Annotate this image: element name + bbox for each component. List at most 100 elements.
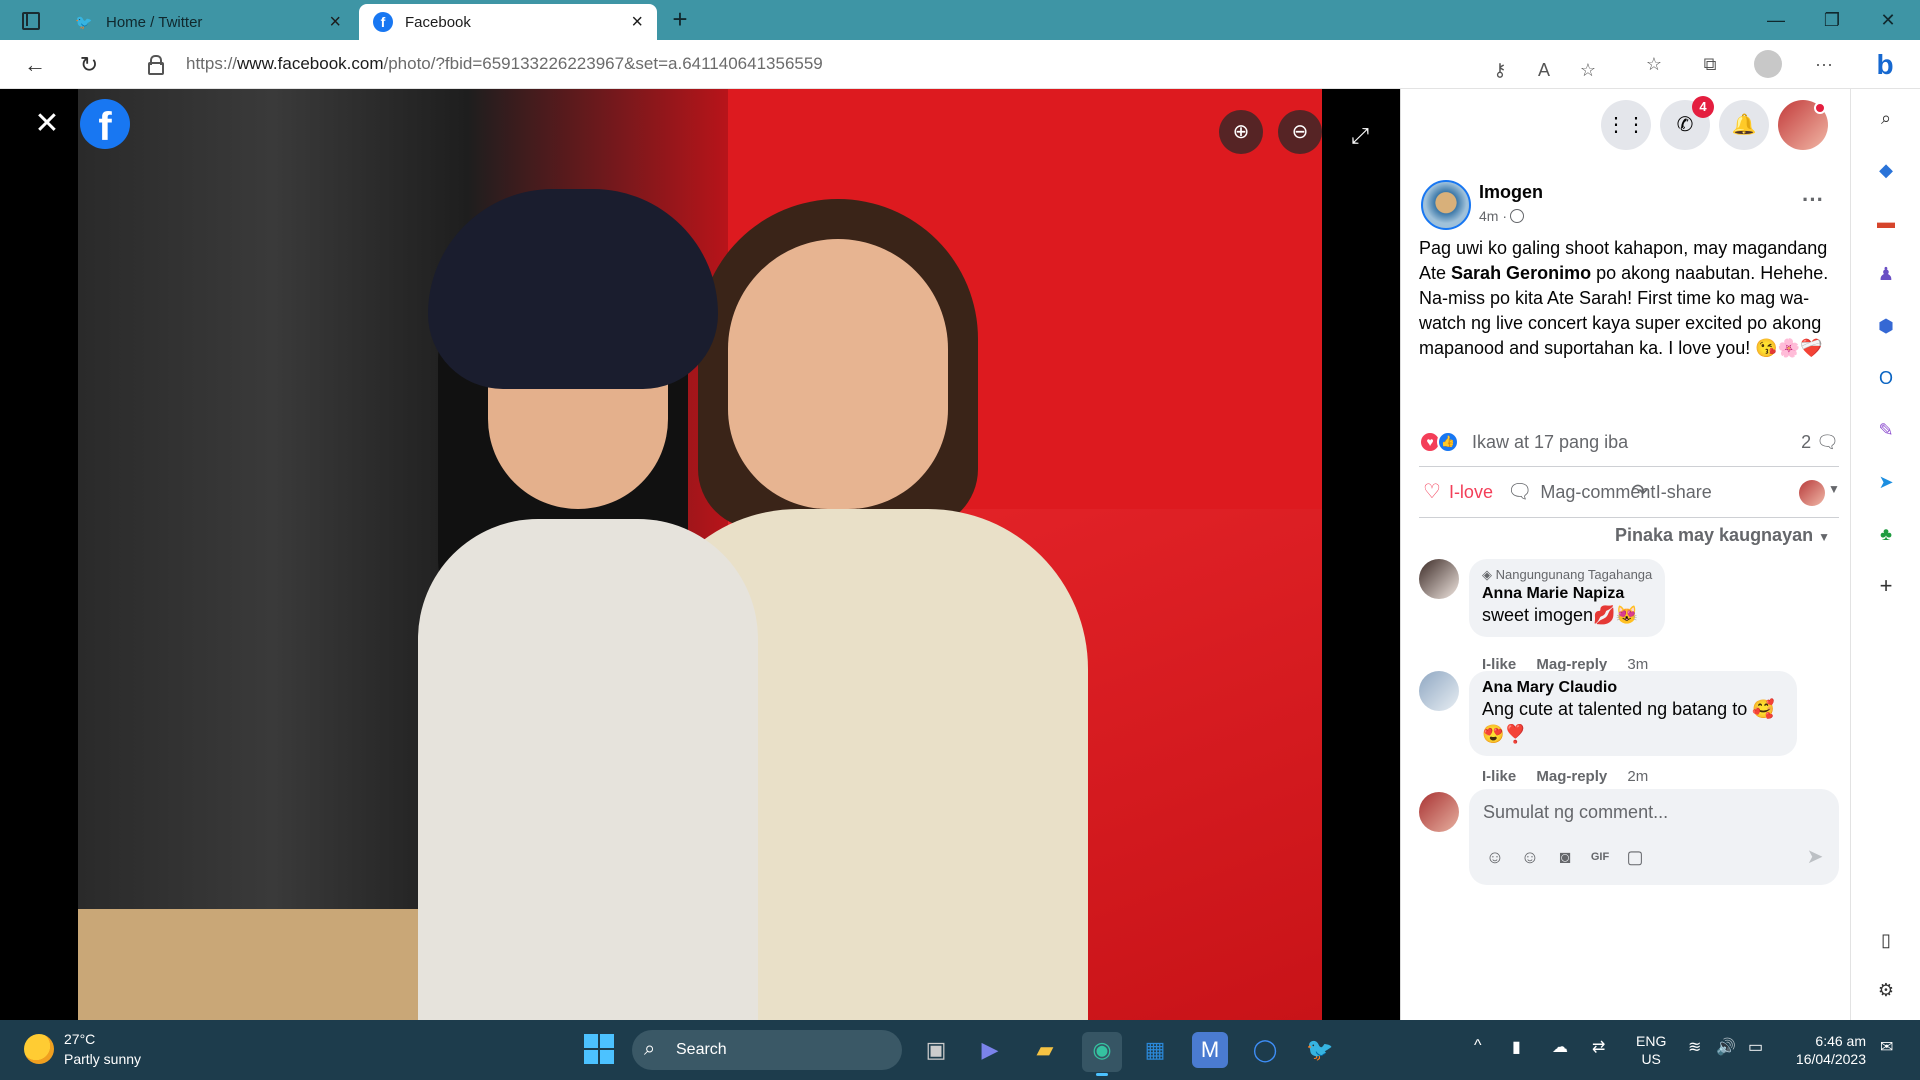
- tree-icon[interactable]: ♣: [1873, 521, 1899, 547]
- comment-author[interactable]: Ana Mary Claudio: [1482, 679, 1784, 697]
- file-explorer-icon[interactable]: ▰: [1027, 1032, 1063, 1068]
- close-window-button[interactable]: ✕: [1868, 6, 1908, 34]
- comment-input[interactable]: [1483, 797, 1823, 827]
- composer-avatar[interactable]: [1419, 792, 1459, 832]
- favorites-icon[interactable]: ☆: [1642, 52, 1666, 76]
- photo: [78, 89, 1322, 1020]
- chevron-down-icon[interactable]: ▼: [1828, 482, 1840, 496]
- gear-icon[interactable]: ⚙: [1873, 977, 1899, 1003]
- taskbar-search[interactable]: ⌕ Search: [632, 1030, 902, 1070]
- twitter-bird-icon: 🐦: [75, 13, 93, 30]
- comment-bubble-icon: 🗨: [1816, 432, 1839, 452]
- edge-icon: ◉: [1092, 1037, 1112, 1062]
- commenter-avatar[interactable]: [1419, 671, 1459, 711]
- close-tab-icon[interactable]: ×: [329, 12, 341, 32]
- volume-icon[interactable]: 🔊: [1716, 1037, 1736, 1057]
- url-text[interactable]: https://www.facebook.com/photo/?fbid=659…: [186, 54, 823, 74]
- search-icon[interactable]: ⌕: [1873, 105, 1899, 131]
- send-icon[interactable]: ➤: [1873, 469, 1899, 495]
- reply-comment-button[interactable]: Mag-reply: [1536, 768, 1607, 785]
- language-indicator[interactable]: ENG US: [1636, 1032, 1666, 1068]
- sticker-icon[interactable]: ▢: [1623, 845, 1647, 869]
- like-comment-button[interactable]: I-like: [1482, 768, 1516, 785]
- back-arrow-icon[interactable]: ←: [20, 50, 50, 80]
- chat-icon[interactable]: ◯: [1247, 1032, 1283, 1068]
- network-adapter-icon[interactable]: ⇄: [1592, 1037, 1605, 1057]
- share-as-avatar[interactable]: [1799, 480, 1825, 506]
- sidebar-toggle-icon[interactable]: ▯: [1873, 927, 1899, 953]
- key-icon[interactable]: ⚷: [1488, 58, 1512, 82]
- task-view-icon[interactable]: ▣: [918, 1032, 954, 1068]
- facebook-logo-icon[interactable]: f: [80, 99, 130, 149]
- post-options-button[interactable]: ···: [1795, 185, 1831, 221]
- comment-sort-dropdown[interactable]: Pinaka may kaugnayan ▼: [1615, 525, 1830, 546]
- store-icon[interactable]: ▦: [1137, 1032, 1173, 1068]
- chevron-up-icon[interactable]: ^: [1474, 1037, 1482, 1055]
- designer-icon[interactable]: ✎: [1873, 417, 1899, 443]
- zoom-out-icon[interactable]: ⊖: [1278, 110, 1322, 154]
- comment-count[interactable]: 2 🗨: [1801, 432, 1839, 453]
- weather-icon[interactable]: [24, 1034, 54, 1064]
- send-icon[interactable]: ➤: [1802, 845, 1828, 869]
- close-icon[interactable]: ✕: [32, 109, 62, 139]
- commenter-avatar[interactable]: [1419, 559, 1459, 599]
- clock[interactable]: 6:46 am 16/04/2023: [1786, 1032, 1866, 1068]
- minimize-button[interactable]: —: [1756, 6, 1796, 34]
- weather-temperature[interactable]: 27°C: [64, 1031, 95, 1047]
- add-favorite-icon[interactable]: ☆: [1576, 58, 1600, 82]
- comment-author[interactable]: Anna Marie Napiza: [1482, 585, 1652, 603]
- notifications-icon[interactable]: ✉: [1880, 1037, 1893, 1057]
- new-tab-button[interactable]: +: [666, 6, 694, 34]
- meter-icon[interactable]: ▮: [1512, 1037, 1521, 1057]
- comment-time[interactable]: 2m: [1627, 768, 1648, 785]
- post-actions: ♡ I-love 🗨 Mag-comment ↷ I-share ▼: [1419, 466, 1840, 518]
- url-field[interactable]: https://www.facebook.com/photo/?fbid=659…: [128, 46, 1616, 82]
- zoom-in-icon[interactable]: ⊕: [1219, 110, 1263, 154]
- bell-icon[interactable]: 🔔: [1719, 100, 1769, 150]
- close-tab-icon[interactable]: ×: [631, 12, 643, 32]
- reactions-summary[interactable]: ♥ 👍 Ikaw at 17 pang iba 2 🗨: [1419, 429, 1839, 459]
- start-button[interactable]: [584, 1034, 614, 1064]
- fullscreen-icon[interactable]: ⤢: [1345, 121, 1375, 151]
- post-time[interactable]: 4m ·: [1479, 208, 1524, 224]
- tools-icon[interactable]: ▬: [1873, 209, 1899, 235]
- wifi-icon[interactable]: ≋: [1688, 1037, 1701, 1057]
- games-icon[interactable]: ♟: [1873, 261, 1899, 287]
- add-icon[interactable]: +: [1873, 573, 1899, 599]
- more-options-icon[interactable]: ···: [1812, 52, 1836, 76]
- camera-icon[interactable]: ◙: [1553, 845, 1577, 869]
- comment-actions: I-like Mag-reply 2m: [1482, 768, 1664, 785]
- menu-grid-icon[interactable]: ⋮⋮: [1601, 100, 1651, 150]
- restore-button[interactable]: ❐: [1812, 6, 1852, 34]
- twitter-icon[interactable]: 🐦: [1302, 1032, 1338, 1068]
- mail-app-icon[interactable]: M: [1192, 1032, 1228, 1068]
- outlook-icon[interactable]: O: [1873, 365, 1899, 391]
- microsoft-365-icon[interactable]: ⬢: [1873, 313, 1899, 339]
- teams-icon[interactable]: ▶: [972, 1032, 1008, 1068]
- gif-icon[interactable]: GIF: [1588, 845, 1612, 869]
- chevron-down-icon: ▼: [1818, 530, 1830, 544]
- battery-icon[interactable]: ▭: [1748, 1037, 1763, 1057]
- tab-facebook[interactable]: f Facebook ×: [359, 4, 657, 40]
- avatar-sticker-icon[interactable]: ☺: [1483, 845, 1507, 869]
- love-button[interactable]: ♡ I-love: [1423, 477, 1493, 507]
- refresh-icon[interactable]: ↻: [74, 50, 104, 80]
- tab-actions-icon[interactable]: [16, 8, 42, 32]
- author-avatar[interactable]: [1421, 180, 1471, 230]
- share-button[interactable]: ↷ I-share: [1631, 477, 1712, 507]
- cloud-icon[interactable]: ☁: [1552, 1037, 1568, 1057]
- collections-icon[interactable]: ⧉: [1698, 52, 1722, 76]
- account-avatar[interactable]: [1778, 100, 1828, 150]
- emoji-icon[interactable]: ☺: [1518, 845, 1542, 869]
- messenger-icon[interactable]: ✆ 4: [1660, 96, 1714, 150]
- shopping-icon[interactable]: ◆: [1873, 157, 1899, 183]
- mention-link[interactable]: Sarah Geronimo: [1451, 263, 1591, 283]
- post-author[interactable]: Imogen: [1479, 182, 1543, 203]
- read-aloud-icon[interactable]: A: [1532, 58, 1556, 82]
- bing-icon[interactable]: b: [1866, 46, 1904, 84]
- lock-icon[interactable]: [148, 55, 164, 75]
- reactions-text[interactable]: Ikaw at 17 pang iba: [1472, 432, 1628, 453]
- tab-twitter[interactable]: 🐦 Home / Twitter ×: [60, 4, 355, 40]
- weather-description[interactable]: Partly sunny: [64, 1051, 141, 1067]
- profile-avatar[interactable]: [1754, 50, 1782, 78]
